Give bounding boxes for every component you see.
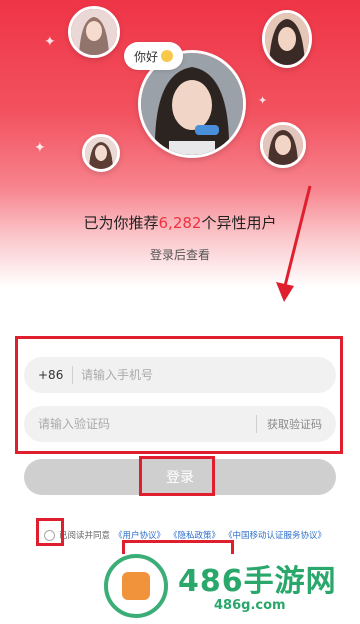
annotation-box-radio [36, 518, 64, 546]
cmcc-auth-agreement-link[interactable]: 《中国移动认证服务协议》 [224, 529, 326, 541]
greeting-text: 你好 [134, 49, 159, 64]
recommend-headline: 已为你推荐6,282个异性用户 [0, 212, 360, 233]
headline-prefix: 已为你推荐 [83, 214, 159, 232]
agreement-prefix: 已阅读并同意 [59, 531, 111, 541]
smile-emoji-icon [161, 50, 174, 62]
watermark-url: 486g.com [214, 598, 286, 613]
recommended-user-avatar [68, 6, 120, 58]
site-watermark: 486手游网 486g.com [86, 548, 360, 624]
watermark-logo-icon [104, 554, 168, 618]
sparkle-icon: ✦ [34, 140, 46, 156]
recommended-user-avatar [82, 134, 120, 172]
recommend-count: 6,282 [158, 214, 202, 232]
watermark-title: 486手游网 [178, 564, 337, 599]
recommended-user-avatar [260, 122, 306, 168]
annotation-arrow [276, 185, 312, 302]
sparkle-icon: ✦ [258, 94, 268, 107]
recommended-user-avatar [262, 10, 312, 68]
sparkle-icon: ✦ [44, 34, 56, 50]
headline-suffix: 个异性用户 [201, 214, 277, 232]
login-to-view-hint: 登录后查看 [149, 248, 210, 262]
annotation-box-inputs [15, 336, 343, 454]
annotation-box-login [139, 456, 215, 496]
greeting-bubble: 你好 [124, 42, 184, 70]
